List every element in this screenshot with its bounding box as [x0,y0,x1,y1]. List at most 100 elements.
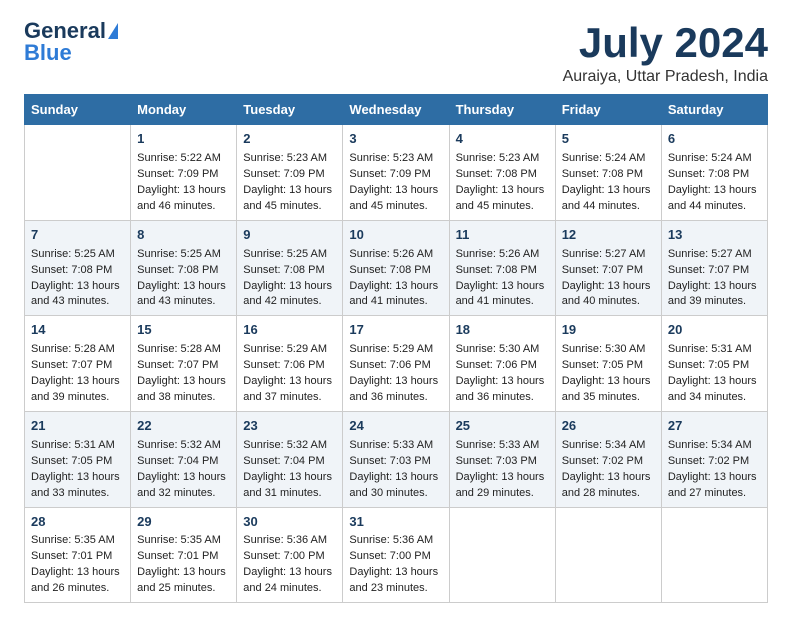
day-number: 20 [668,321,762,340]
day-info-line: Daylight: 13 hours [31,374,125,390]
day-info-line: Daylight: 13 hours [137,183,231,199]
day-info-line: Daylight: 13 hours [456,374,550,390]
day-info-line: Daylight: 13 hours [562,183,656,199]
day-info-line: Sunrise: 5:26 AM [349,247,443,263]
day-number: 28 [31,513,125,532]
day-info-line: Sunset: 7:00 PM [349,549,443,565]
day-number: 14 [31,321,125,340]
day-info-line: Daylight: 13 hours [668,183,762,199]
day-info-line: Sunrise: 5:31 AM [668,342,762,358]
day-info-line: Sunset: 7:06 PM [243,358,337,374]
day-info-line: Daylight: 13 hours [456,183,550,199]
calendar-cell: 30Sunrise: 5:36 AMSunset: 7:00 PMDayligh… [237,507,343,603]
day-info-line: Daylight: 13 hours [668,470,762,486]
day-info-line: and 33 minutes. [31,486,125,502]
calendar-table: SundayMondayTuesdayWednesdayThursdayFrid… [24,94,768,603]
day-info-line: Daylight: 13 hours [31,279,125,295]
day-info-line: and 24 minutes. [243,581,337,597]
day-info-line: and 41 minutes. [349,294,443,310]
day-info-line: and 43 minutes. [31,294,125,310]
day-info-line: Sunset: 7:07 PM [562,263,656,279]
day-info-line: Sunset: 7:01 PM [137,549,231,565]
day-info-line: Daylight: 13 hours [668,279,762,295]
day-number: 9 [243,226,337,245]
week-row-2: 7Sunrise: 5:25 AMSunset: 7:08 PMDaylight… [25,220,768,316]
calendar-cell: 12 Sunrise: 5:27 AMSunset: 7:07 PMDayligh… [555,220,661,316]
day-info-line: and 34 minutes. [668,390,762,406]
day-info-line: Sunrise: 5:22 AM [137,151,231,167]
day-info-line: Sunrise: 5:32 AM [243,438,337,454]
day-info-line: Daylight: 13 hours [349,279,443,295]
day-info-line: Daylight: 13 hours [31,470,125,486]
day-info-line: Sunset: 7:05 PM [562,358,656,374]
week-row-3: 14 Sunrise: 5:28 AM Sunset: 7:07 PM Dayligh… [25,316,768,412]
day-info-line: Daylight: 13 hours [562,470,656,486]
calendar-cell: 15Sunrise: 5:28 AMSunset: 7:07 PMDayligh… [131,316,237,412]
day-info-line: Sunrise: 5:32 AM [137,438,231,454]
day-info-line: Sunset: 7:01 PM [31,549,125,565]
calendar-cell: 28Sunrise: 5:35 AMSunset: 7:01 PMDayligh… [25,507,131,603]
title-section: July 2024 Auraiya, Uttar Pradesh, India [563,20,768,86]
day-info-line: Sunset: 7:07 PM [668,263,762,279]
day-info-line: Sunrise: 5:27 AM [562,247,656,263]
day-number: 4 [456,130,550,149]
day-number: 3 [349,130,443,149]
day-info-line: Daylight: 13 hours [349,374,443,390]
day-info-line: Sunset: 7:08 PM [349,263,443,279]
day-info-line: Sunset: 7:09 PM [349,167,443,183]
logo-general-text: General [24,20,106,42]
day-info-line: Daylight: 13 hours [31,565,125,581]
logo-triangle-icon [108,23,118,39]
day-info-line: and 46 minutes. [137,199,231,215]
calendar-cell: 26Sunrise: 5:34 AMSunset: 7:02 PMDayligh… [555,411,661,507]
day-info-line: Sunset: 7:07 PM [137,358,231,374]
day-info-line: Sunrise: 5:23 AM [243,151,337,167]
day-number: 30 [243,513,337,532]
day-info-line: Sunrise: 5:24 AM [668,151,762,167]
day-number: 2 [243,130,337,149]
day-info-line: Daylight: 13 hours [137,565,231,581]
day-number: 7 [31,226,125,245]
day-info-line: Sunset: 7:03 PM [456,454,550,470]
day-info-line: and 39 minutes. [668,294,762,310]
calendar-cell [449,507,555,603]
calendar-cell: 17Sunrise: 5:29 AMSunset: 7:06 PMDayligh… [343,316,449,412]
day-info-line: Daylight: 13 hours [562,279,656,295]
day-number: 11 [456,226,550,245]
day-info-line: Daylight: 13 hours [349,470,443,486]
day-info-line: and 30 minutes. [349,486,443,502]
day-number: 17 [349,321,443,340]
day-info-line: Sunrise: 5:25 AM [243,247,337,263]
week-row-4: 21Sunrise: 5:31 AMSunset: 7:05 PMDayligh… [25,411,768,507]
day-info-line: Sunset: 7:05 PM [31,454,125,470]
day-info-line: and 32 minutes. [137,486,231,502]
calendar-cell: 6Sunrise: 5:24 AMSunset: 7:08 PMDaylight… [661,125,767,221]
day-info-line: Sunrise: 5:30 AM [562,342,656,358]
day-number: 10 [349,226,443,245]
day-info-line: Sunset: 7:06 PM [349,358,443,374]
day-number: 23 [243,417,337,436]
day-info-line: Sunrise: 5:28 AM [31,342,125,358]
day-number: 12 [562,226,656,245]
calendar-cell: 10 Sunrise: 5:26 AMSunset: 7:08 PMDayligh… [343,220,449,316]
calendar-cell: 11Sunrise: 5:26 AMSunset: 7:08 PMDayligh… [449,220,555,316]
day-info-line: Sunset: 7:02 PM [668,454,762,470]
day-number: 18 [456,321,550,340]
day-number: 8 [137,226,231,245]
day-number: 6 [668,130,762,149]
calendar-cell: 16Sunrise: 5:29 AMSunset: 7:06 PMDayligh… [237,316,343,412]
day-info-line: Sunrise: 5:25 AM [137,247,231,263]
day-info-line: Sunrise: 5:34 AM [562,438,656,454]
day-number: 19 [562,321,656,340]
calendar-cell: 20Sunrise: 5:31 AMSunset: 7:05 PMDayligh… [661,316,767,412]
day-info-line: and 42 minutes. [243,294,337,310]
calendar-cell: 29Sunrise: 5:35 AMSunset: 7:01 PMDayligh… [131,507,237,603]
calendar-cell [661,507,767,603]
day-info-line: and 39 minutes. [31,390,125,406]
day-info-line: Daylight: 13 hours [243,279,337,295]
day-number: 26 [562,417,656,436]
day-info-line: and 26 minutes. [31,581,125,597]
day-info-line: and 45 minutes. [456,199,550,215]
day-number: 16 [243,321,337,340]
day-info-line: Sunset: 7:06 PM [456,358,550,374]
